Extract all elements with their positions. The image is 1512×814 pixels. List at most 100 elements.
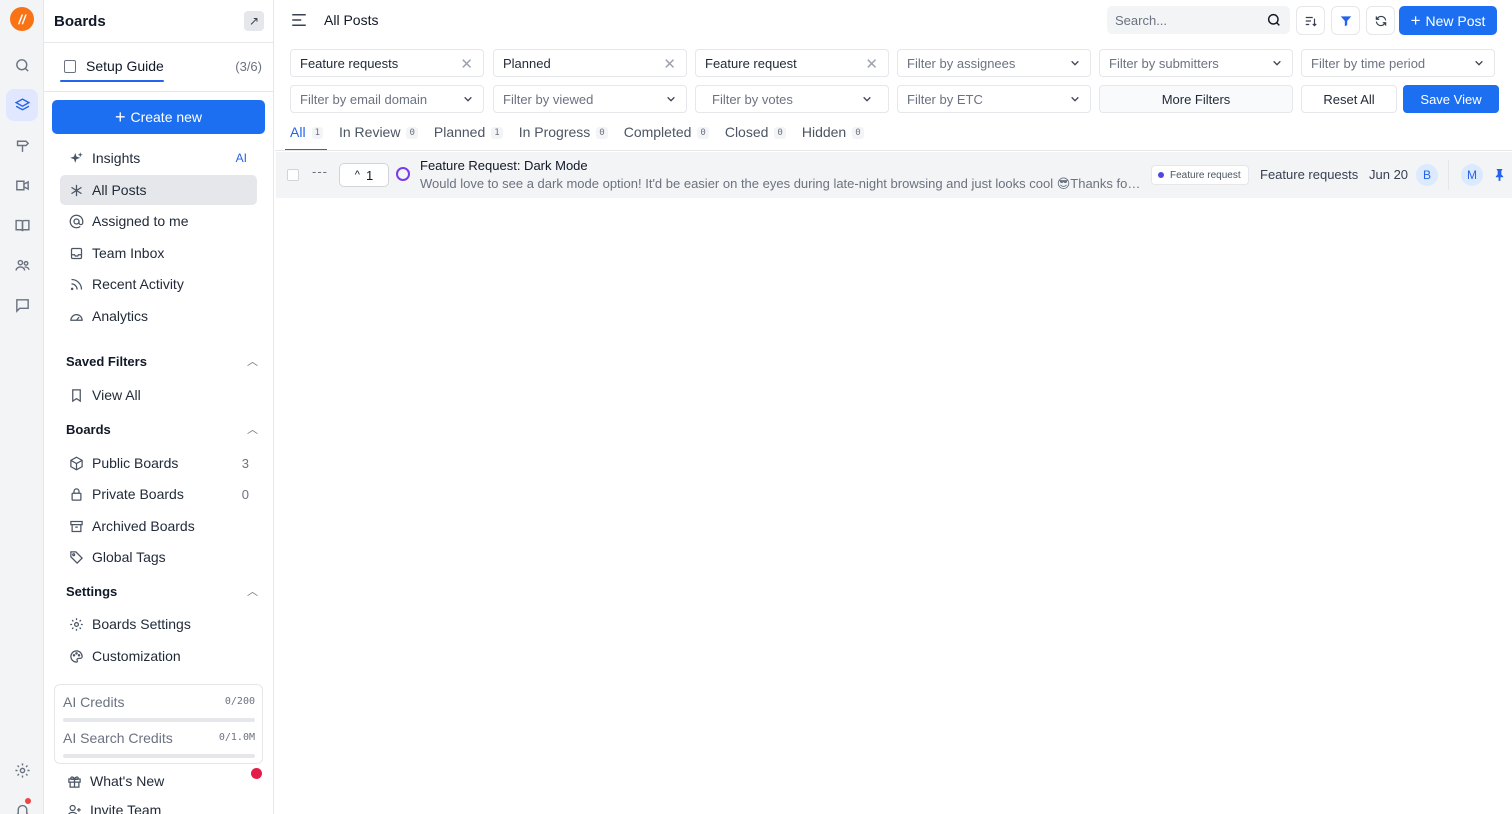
icon-rail: //	[0, 0, 44, 814]
status-tabs: All 1 In Review 0 Planned 1 In Progress 0 Co…	[285, 124, 880, 151]
chevron-up-icon[interactable]: ︿	[247, 583, 258, 599]
post-title[interactable]: Feature Request: Dark Mode	[420, 158, 588, 173]
sidebar-item-insights[interactable]: Insights AI	[60, 143, 257, 173]
create-new-button[interactable]: + Create new	[52, 100, 265, 134]
filter-status[interactable]: Planned ✕	[493, 49, 687, 77]
filter-email-domain[interactable]: Filter by email domain	[290, 85, 484, 113]
changelog-icon[interactable]	[6, 169, 38, 201]
tab-in-review[interactable]: In Review 0	[339, 124, 418, 151]
sidebar-item-view-all[interactable]: View All	[60, 380, 257, 410]
sidebar-item-customization[interactable]: Customization	[60, 641, 257, 671]
new-post-button[interactable]: + New Post	[1399, 6, 1497, 35]
sidebar-item-all-posts[interactable]: All Posts	[60, 175, 257, 205]
chevron-down-icon	[464, 96, 472, 102]
chevron-up-icon[interactable]: ︿	[247, 353, 258, 369]
close-icon[interactable]: ✕	[663, 55, 676, 73]
chat-icon[interactable]	[6, 289, 38, 321]
filter-etc[interactable]: Filter by ETC	[897, 85, 1091, 113]
plus-icon: +	[114, 107, 126, 127]
expand-arrow-icon[interactable]: ↗	[244, 11, 264, 31]
chevron-down-icon	[667, 96, 675, 102]
sidebar-item-whats-new[interactable]: What's New	[58, 766, 255, 796]
search-box[interactable]	[1107, 6, 1290, 34]
bookmark-icon	[68, 387, 84, 403]
search-icon[interactable]	[6, 49, 38, 81]
filter-value: Feature request	[705, 55, 797, 71]
avatar[interactable]: B	[1416, 164, 1438, 186]
refresh-button[interactable]	[1366, 6, 1395, 35]
more-options-icon[interactable]: ---	[312, 164, 328, 179]
sidebar: Boards ↗ Setup Guide (3/6) + Create new …	[44, 0, 274, 814]
row-checkbox[interactable]	[287, 169, 299, 181]
sparkle-icon	[68, 150, 84, 166]
filter-assignees[interactable]: Filter by assignees	[897, 49, 1091, 77]
tab-in-progress[interactable]: In Progress 0	[519, 124, 608, 151]
book-icon[interactable]	[6, 209, 38, 241]
close-icon[interactable]: ✕	[865, 55, 878, 73]
chevron-up-icon[interactable]: ︿	[247, 421, 258, 437]
sidebar-item-public-boards[interactable]: Public Boards 3	[60, 448, 257, 478]
tab-closed[interactable]: Closed 0	[725, 124, 786, 151]
reset-all-button[interactable]: Reset All	[1301, 85, 1397, 113]
chevron-up-icon: ^	[354, 169, 360, 181]
chevron-down-icon	[1071, 96, 1079, 102]
filter-votes[interactable]: Filter by votes	[695, 85, 889, 113]
filter-time-period[interactable]: Filter by time period	[1301, 49, 1495, 77]
avatar[interactable]: M	[1461, 164, 1483, 186]
setup-guide[interactable]: Setup Guide (3/6)	[60, 52, 262, 82]
inbox-icon	[68, 245, 84, 261]
search-icon[interactable]	[1266, 12, 1282, 28]
users-icon[interactable]	[6, 249, 38, 281]
search-input[interactable]	[1115, 12, 1255, 28]
tab-planned[interactable]: Planned 1	[434, 124, 503, 151]
filter-tag[interactable]: Feature request ✕	[695, 49, 889, 77]
settings-section[interactable]: Settings ︿	[66, 581, 258, 601]
filter-board[interactable]: Feature requests ✕	[290, 49, 484, 77]
filter-button[interactable]	[1331, 6, 1360, 35]
app-window: // Boards ↗ Setup Guide (3/6) + Create n…	[0, 0, 1512, 814]
app-logo[interactable]: //	[10, 7, 34, 31]
section-title: Saved Filters	[66, 353, 147, 369]
filter-submitters[interactable]: Filter by submitters	[1099, 49, 1293, 77]
tab-count: 0	[852, 127, 864, 139]
sort-button[interactable]	[1296, 6, 1325, 35]
saved-filters-section[interactable]: Saved Filters ︿	[66, 351, 258, 371]
archive-icon	[68, 518, 84, 534]
boards-section[interactable]: Boards ︿	[66, 419, 258, 439]
sidebar-item-assigned[interactable]: Assigned to me	[60, 206, 257, 236]
upvote-button[interactable]: ^ 1	[339, 163, 389, 187]
menu-icon[interactable]	[290, 11, 308, 29]
gear-icon[interactable]	[6, 754, 38, 786]
page-title: All Posts	[324, 12, 379, 28]
sidebar-item-analytics[interactable]: Analytics	[60, 301, 257, 331]
sidebar-item-invite-team[interactable]: Invite Team	[58, 795, 255, 814]
sidebar-item-recent-activity[interactable]: Recent Activity	[60, 269, 257, 299]
tab-hidden[interactable]: Hidden 0	[802, 124, 864, 151]
close-icon[interactable]: ✕	[460, 55, 473, 73]
tab-completed[interactable]: Completed 0	[624, 124, 709, 151]
tab-all[interactable]: All 1	[285, 124, 327, 151]
sidebar-item-team-inbox[interactable]: Team Inbox	[60, 238, 257, 268]
tab-count: 1	[491, 127, 503, 139]
sidebar-item-private-boards[interactable]: Private Boards 0	[60, 479, 257, 509]
post-tag[interactable]: Feature request	[1151, 165, 1249, 185]
more-filters-label: More Filters	[1161, 91, 1231, 107]
layers-icon[interactable]	[6, 89, 38, 121]
save-view-button[interactable]: Save View	[1403, 85, 1499, 113]
plus-icon: +	[1410, 11, 1421, 30]
credit-progress-bar	[63, 754, 255, 758]
status-circle-icon[interactable]	[396, 167, 410, 181]
divider	[44, 91, 273, 92]
sidebar-item-global-tags[interactable]: Global Tags	[60, 542, 257, 572]
post-board[interactable]: Feature requests	[1260, 167, 1358, 182]
setup-guide-count: (3/6)	[235, 58, 262, 74]
sidebar-item-archived-boards[interactable]: Archived Boards	[60, 511, 257, 541]
tag-label: Feature request	[1170, 169, 1241, 181]
bell-icon[interactable]	[6, 794, 38, 814]
post-row[interactable]: --- ^ 1 Feature Request: Dark Mode Would…	[276, 152, 1512, 198]
roadmap-icon[interactable]	[6, 129, 38, 161]
pin-icon[interactable]	[1494, 168, 1505, 181]
filter-viewed[interactable]: Filter by viewed	[493, 85, 687, 113]
more-filters-button[interactable]: More Filters	[1099, 85, 1293, 113]
sidebar-item-boards-settings[interactable]: Boards Settings	[60, 609, 257, 639]
